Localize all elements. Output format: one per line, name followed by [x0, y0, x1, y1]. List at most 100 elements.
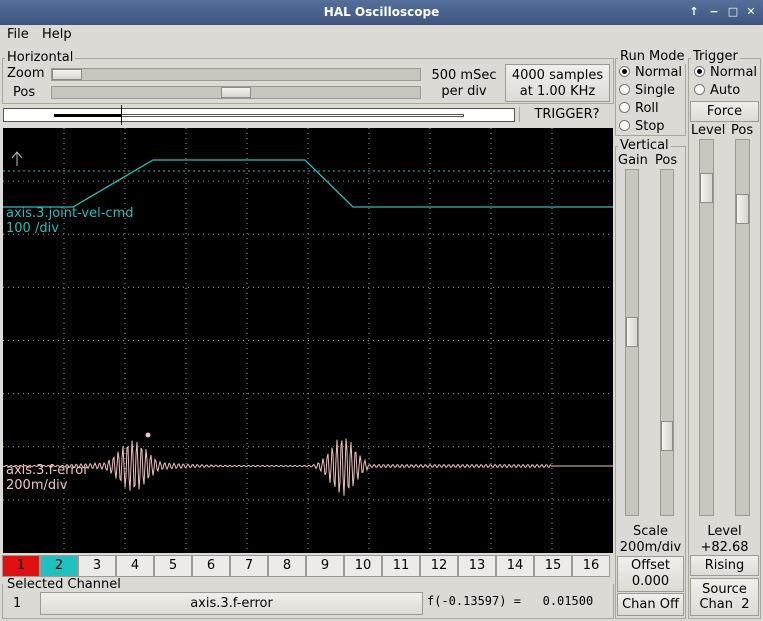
channel-button-11[interactable]: 11: [382, 555, 420, 577]
vertical-pos-label: Pos: [655, 153, 678, 168]
trigger-label: Trigger: [691, 49, 740, 64]
channel-button-4[interactable]: 4: [116, 555, 154, 577]
scale-display: Scale 200m/div: [616, 524, 685, 556]
samples-button[interactable]: 4000 samples at 1.00 KHz: [505, 64, 610, 102]
trace-name-vel-cmd: axis.3.joint-vel-cmd: [6, 206, 134, 221]
trigger-edge-button[interactable]: Rising: [690, 555, 759, 576]
selected-channel-number: 1: [13, 596, 22, 611]
display-window: [54, 114, 122, 117]
channel-button-2[interactable]: 2: [40, 555, 78, 577]
trace-name-f-error: axis.3.f-error: [6, 463, 89, 478]
trigger-mode-normal[interactable]: Normal: [694, 65, 757, 80]
channel-button-9[interactable]: 9: [306, 555, 344, 577]
channel-button-15[interactable]: 15: [534, 555, 572, 577]
channel-button-3[interactable]: 3: [78, 555, 116, 577]
scope-display[interactable]: axis.3.joint-vel-cmd 100 /div axis.3.f-e…: [2, 128, 613, 553]
trigger-level-display: Level +82.68: [689, 524, 760, 556]
cursor-readout: f(-0.13597) = 0.01500: [427, 594, 594, 608]
run-mode-stop[interactable]: Stop: [619, 119, 665, 134]
channel-button-7[interactable]: 7: [230, 555, 268, 577]
samples-count: 4000 samples: [511, 68, 604, 83]
time-per-div-value: 500 mSec: [431, 68, 497, 83]
trigger-normal-label: Normal: [710, 65, 758, 80]
channel-button-13[interactable]: 13: [458, 555, 496, 577]
trigger-level-title: Level: [707, 524, 742, 539]
maximize-icon[interactable]: □: [724, 3, 742, 21]
scale-title: Scale: [633, 524, 668, 539]
chan-off-button[interactable]: Chan Off: [617, 593, 684, 616]
trigger-pos-slider[interactable]: [735, 139, 750, 516]
trace-label-f-error: axis.3.f-error 200m/div: [6, 463, 89, 493]
horizontal-pos-slider[interactable]: [51, 86, 421, 99]
channel-button-12[interactable]: 12: [420, 555, 458, 577]
offset-button[interactable]: Offset 0.000: [617, 556, 684, 592]
radio-icon: [619, 120, 630, 131]
trace-scale-f-error: 200m/div: [6, 478, 68, 493]
channel-button-1[interactable]: 1: [2, 555, 40, 577]
sample-rate: at 1.00 KHz: [519, 84, 596, 99]
trigger-mode-auto[interactable]: Auto: [694, 83, 740, 98]
vertical-pos-thumb[interactable]: [661, 421, 673, 451]
trigger-auto-label: Auto: [710, 83, 741, 98]
channel-button-8[interactable]: 8: [268, 555, 306, 577]
zoom-slider-thumb[interactable]: [52, 69, 82, 80]
vertical-label: Vertical: [618, 138, 671, 153]
vertical-pos-slider[interactable]: [660, 169, 674, 516]
gain-label: Gain: [618, 153, 648, 168]
run-mode-single[interactable]: Single: [619, 83, 675, 98]
zoom-slider[interactable]: [51, 68, 421, 81]
channel-button-16[interactable]: 16: [572, 555, 610, 577]
channel-button-5[interactable]: 5: [154, 555, 192, 577]
radio-icon: [694, 84, 705, 95]
gain-slider-thumb[interactable]: [626, 317, 638, 347]
run-mode-normal[interactable]: Normal: [619, 65, 682, 80]
run-mode-single-label: Single: [635, 83, 675, 98]
zoom-label: Zoom: [7, 66, 45, 81]
trigger-status: TRIGGER?: [519, 107, 614, 122]
radio-icon: [619, 102, 630, 113]
minimize-icon[interactable]: −: [705, 3, 723, 21]
trigger-marker: [121, 105, 122, 125]
trigger-level-slider[interactable]: [699, 139, 714, 516]
run-mode-label: Run Mode: [618, 49, 687, 64]
menu-help[interactable]: Help: [42, 27, 72, 42]
menu-bar: File Help: [0, 25, 763, 47]
window-title: HAL Oscilloscope: [323, 5, 440, 19]
run-mode-stop-label: Stop: [635, 119, 665, 134]
trigger-source-title: Source: [702, 582, 747, 597]
channel-button-10[interactable]: 10: [344, 555, 382, 577]
cursor-point: [145, 432, 151, 438]
trigger-pos-label: Pos: [731, 123, 754, 138]
radio-selected-icon: [619, 66, 630, 77]
close-icon[interactable]: ✕: [742, 3, 760, 21]
channel-source-button[interactable]: axis.3.f-error: [40, 592, 423, 615]
run-mode-roll[interactable]: Roll: [619, 101, 659, 116]
radio-selected-icon: [694, 66, 705, 77]
title-bar: HAL Oscilloscope ↑ − □ ✕: [0, 0, 763, 25]
trigger-pos-thumb[interactable]: [736, 194, 749, 224]
keep-above-icon[interactable]: ↑: [685, 3, 703, 21]
pos-label: Pos: [13, 85, 36, 100]
trigger-level-value: +82.68: [700, 540, 749, 555]
trigger-level-label: Level: [691, 123, 726, 138]
offset-value: 0.000: [631, 574, 670, 589]
radio-icon: [619, 84, 630, 95]
run-mode-normal-label: Normal: [635, 65, 683, 80]
horizontal-pos-thumb[interactable]: [221, 87, 251, 98]
trigger-arrow-icon: [11, 151, 23, 166]
channel-button-6[interactable]: 6: [192, 555, 230, 577]
menu-file[interactable]: File: [7, 27, 29, 42]
trigger-source-button[interactable]: Source Chan 2: [690, 578, 759, 616]
force-button[interactable]: Force: [690, 101, 759, 122]
time-per-div: 500 mSec per div: [425, 68, 503, 100]
waveform-plot: [2, 128, 613, 553]
offset-title: Offset: [630, 558, 671, 573]
trigger-level-thumb[interactable]: [700, 173, 713, 203]
scale-value: 200m/div: [619, 540, 682, 555]
record-position-bar: [3, 105, 515, 125]
trace-scale-vel-cmd: 100 /div: [6, 221, 59, 236]
channel-button-14[interactable]: 14: [496, 555, 534, 577]
time-per-div-unit: per div: [441, 84, 487, 99]
gain-slider[interactable]: [625, 169, 639, 516]
run-mode-roll-label: Roll: [635, 101, 659, 116]
